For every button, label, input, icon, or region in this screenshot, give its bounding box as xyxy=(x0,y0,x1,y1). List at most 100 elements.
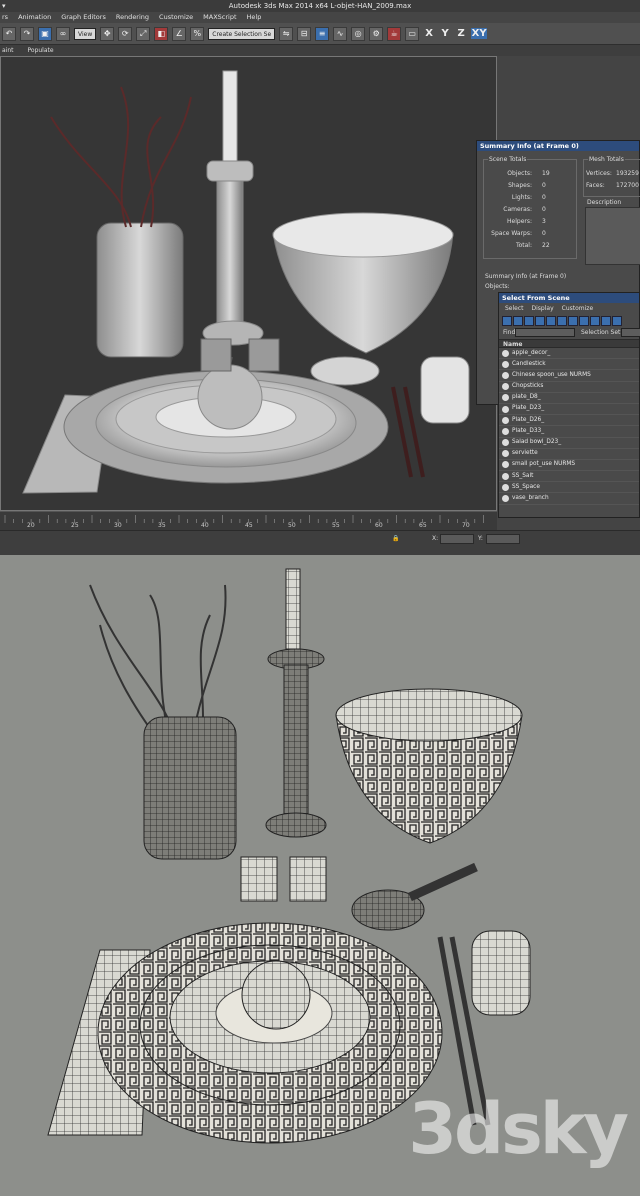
named-selection-set[interactable]: Create Selection Se xyxy=(208,27,276,40)
menu-customize[interactable]: Customize xyxy=(562,303,594,314)
select-none-icon[interactable] xyxy=(612,315,622,326)
find-input[interactable] xyxy=(515,328,575,337)
undo-icon[interactable]: ↶ xyxy=(2,26,16,41)
object-icon xyxy=(502,495,509,503)
menu-item-rendering[interactable]: Rendering xyxy=(116,12,149,23)
rotate-icon[interactable]: ⟳ xyxy=(118,26,133,41)
snap-icon[interactable]: ◧ xyxy=(154,26,169,41)
menu-item-animation[interactable]: Animation xyxy=(18,12,51,23)
filter-groups-icon[interactable] xyxy=(568,315,578,326)
list-item-label: Chopsticks xyxy=(512,383,544,390)
filter-geometry-icon[interactable] xyxy=(502,315,512,326)
lock-icon[interactable]: 🔒 xyxy=(392,535,399,542)
filter-spacewarps-icon[interactable] xyxy=(557,315,567,326)
list-item[interactable]: SS_Space xyxy=(499,482,639,494)
app-menu-glyph[interactable]: ▾ xyxy=(2,0,6,12)
list-item-label: apple_decor_ xyxy=(512,349,551,356)
list-item[interactable]: Candlestick xyxy=(499,359,639,371)
ribbon-tab-paint[interactable]: aint xyxy=(2,45,14,56)
small-pot-wire xyxy=(471,930,531,1016)
render-frame-icon[interactable]: ▭ xyxy=(405,26,420,41)
filter-xrefs-icon[interactable] xyxy=(579,315,589,326)
curve-editor-icon[interactable]: ∿ xyxy=(333,26,348,41)
menu-bar: rs Animation Graph Editors Rendering Cus… xyxy=(0,12,640,23)
angle-snap-icon[interactable]: ∠ xyxy=(172,26,187,41)
vertices-value: 193259 xyxy=(616,170,639,177)
list-item-label: serviette xyxy=(512,450,538,457)
list-item-label: Salad bowl_D23_ xyxy=(512,439,562,445)
list-item[interactable]: Salad bowl_D23_ xyxy=(499,438,639,449)
axis-xy-button[interactable]: XY xyxy=(471,28,488,39)
perspective-viewport[interactable] xyxy=(0,56,497,511)
menu-item-rendering-frame[interactable]: rs xyxy=(2,12,8,23)
chinese-spoon-shape xyxy=(310,356,380,386)
scale-icon[interactable]: ⤢ xyxy=(136,26,151,41)
object-icon xyxy=(502,472,509,480)
list-item-label: Plate_D23_ xyxy=(512,405,545,412)
salt-shaker-shape xyxy=(200,338,232,372)
object-icon xyxy=(502,427,509,435)
apple-wire xyxy=(241,960,311,1030)
timeline-tick: 40 xyxy=(201,522,209,529)
list-item[interactable]: serviette xyxy=(499,449,639,460)
layer-manager-icon[interactable]: ≡ xyxy=(315,26,330,41)
axis-z-button[interactable]: Z xyxy=(455,28,467,39)
align-icon[interactable]: ⊟ xyxy=(297,26,312,41)
list-item[interactable]: Chopsticks xyxy=(499,382,639,393)
description-box[interactable] xyxy=(585,207,640,265)
space-warps-label: Space Warps: xyxy=(491,230,532,237)
y-coord-field[interactable] xyxy=(486,534,520,544)
list-item[interactable]: plate_D8_ xyxy=(499,393,639,404)
pepper-shaker-shape xyxy=(248,338,280,372)
helpers-value: 3 xyxy=(542,218,546,225)
list-item[interactable]: Plate_D23_ xyxy=(499,404,639,416)
filter-shapes-icon[interactable] xyxy=(513,315,523,326)
menu-item-customize[interactable]: Customize xyxy=(159,12,193,23)
menu-item-maxscript[interactable]: MAXScript xyxy=(203,12,236,23)
selection-set-label: Selection Set: xyxy=(581,329,623,336)
filter-cameras-icon[interactable] xyxy=(535,315,545,326)
faces-value: 172700 xyxy=(616,182,639,189)
render-icon[interactable]: ☕ xyxy=(387,26,402,41)
timeline-tick: 30 xyxy=(114,522,122,529)
list-item[interactable]: Plate_D26_ xyxy=(499,415,639,427)
list-item[interactable]: apple_decor_ xyxy=(499,348,639,360)
list-item[interactable]: Chinese spoon_use NURMS xyxy=(499,370,639,382)
object-icon xyxy=(502,349,509,357)
list-item[interactable]: Plate_D33_ xyxy=(499,426,639,438)
menu-item-help[interactable]: Help xyxy=(247,12,262,23)
object-icon xyxy=(502,416,509,424)
filter-helpers-icon[interactable] xyxy=(546,315,556,326)
view-dropdown[interactable]: View xyxy=(74,27,97,40)
timeline-tick: 70 xyxy=(462,522,470,529)
y-coord-label: Y: xyxy=(478,535,483,542)
redo-icon[interactable]: ↷ xyxy=(20,26,34,41)
list-item[interactable]: small pot_use NURMS xyxy=(499,460,639,472)
axis-y-button[interactable]: Y xyxy=(439,28,451,39)
render-setup-icon[interactable]: ⚙ xyxy=(369,26,384,41)
menu-display[interactable]: Display xyxy=(532,303,554,314)
timeline-ruler[interactable]: 20 25 30 35 40 45 50 55 60 65 70 xyxy=(0,511,497,530)
menu-select[interactable]: Select xyxy=(505,303,524,314)
filter-lights-icon[interactable] xyxy=(524,315,534,326)
link-icon[interactable]: ∞ xyxy=(56,26,70,41)
timeline-tick: 35 xyxy=(158,522,166,529)
mirror-icon[interactable]: ⇋ xyxy=(279,26,294,41)
x-coord-field[interactable] xyxy=(440,534,474,544)
selection-set-input[interactable] xyxy=(621,328,640,337)
list-item[interactable]: SS_Salt xyxy=(499,471,639,483)
ribbon-tab-populate[interactable]: Populate xyxy=(28,45,54,56)
x-coord-label: X: xyxy=(432,535,439,542)
faces-label: Faces: xyxy=(586,182,605,189)
select-all-icon[interactable] xyxy=(601,315,611,326)
menu-item-graph-editors[interactable]: Graph Editors xyxy=(61,12,106,23)
select-object-icon[interactable]: ▣ xyxy=(38,26,52,41)
move-icon[interactable]: ✥ xyxy=(100,26,115,41)
percent-snap-icon[interactable]: % xyxy=(190,26,205,41)
material-editor-icon[interactable]: ◎ xyxy=(351,26,366,41)
list-item[interactable]: vase_branch xyxy=(499,493,639,505)
axis-x-button[interactable]: X xyxy=(423,28,435,39)
objects-list-label: Objects: xyxy=(485,283,510,290)
shapes-value: 0 xyxy=(542,182,546,189)
filter-bones-icon[interactable] xyxy=(590,315,600,326)
